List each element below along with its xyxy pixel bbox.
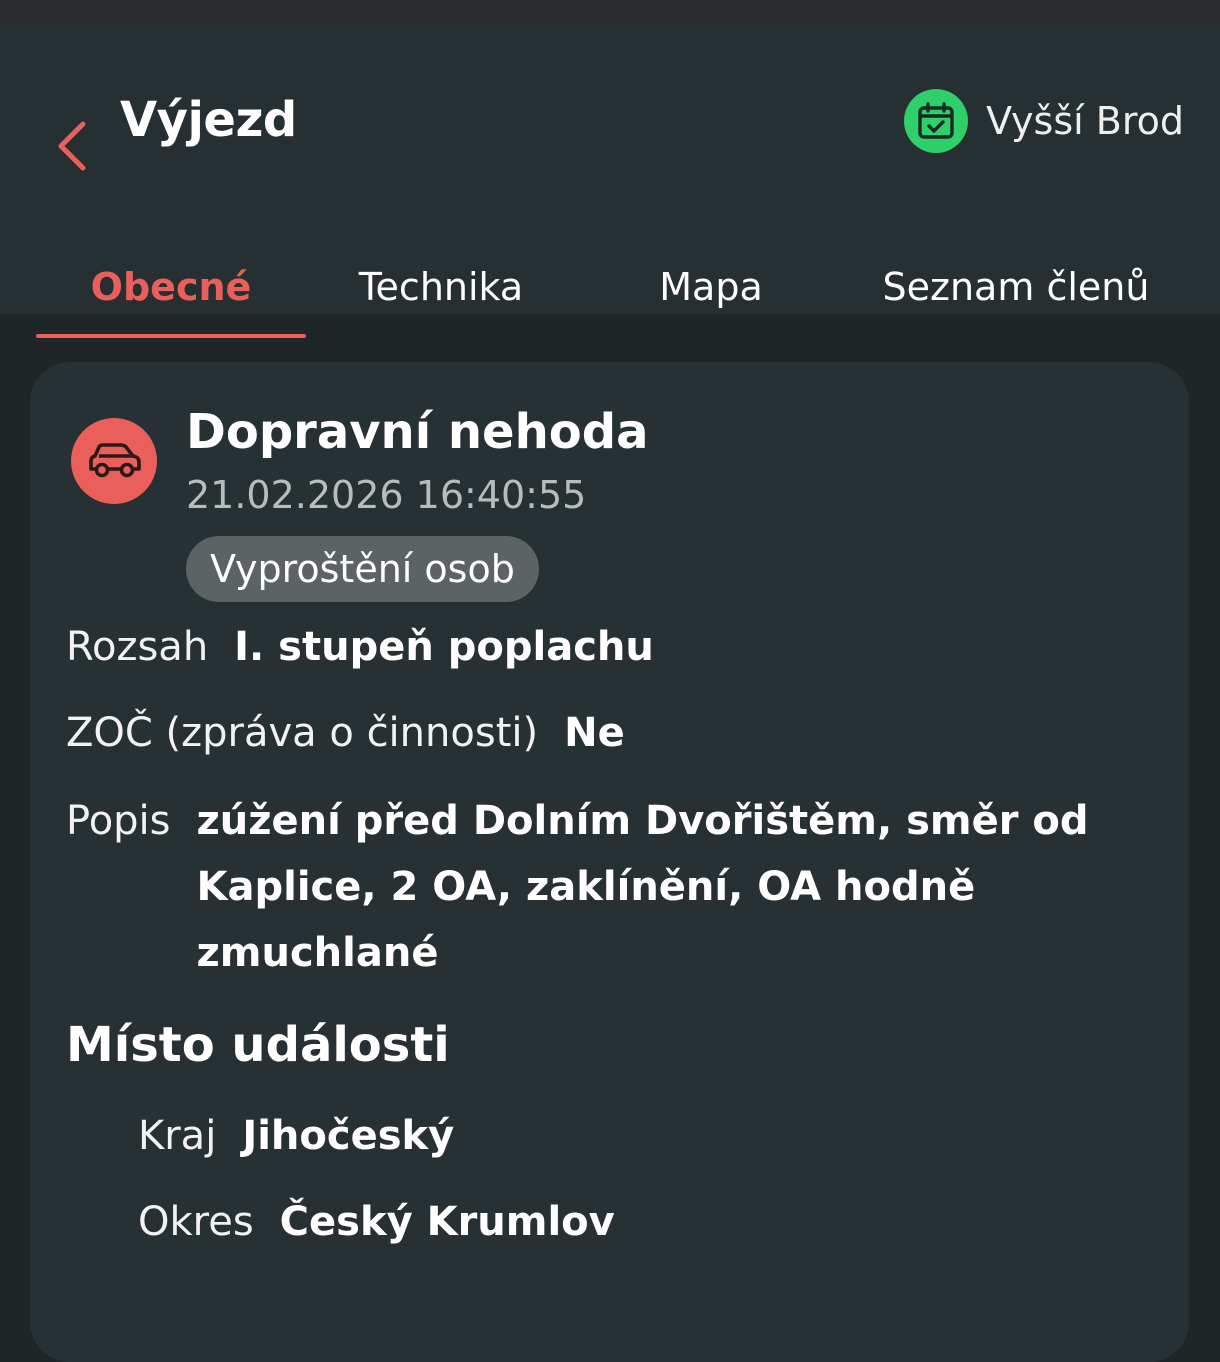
- tab-label: Obecné: [90, 265, 252, 309]
- rozsah-row: Rozsah I. stupeň poplachu: [66, 614, 654, 680]
- kraj-row: Kraj Jihočeský: [138, 1103, 454, 1169]
- calendar-check-icon: [918, 102, 954, 139]
- station-name: Vyšší Brod: [986, 99, 1184, 143]
- okres-value: Český Krumlov: [279, 1199, 615, 1245]
- incident-card: Dopravní nehoda 21.02.2026 16:40:55 Vypr…: [30, 362, 1189, 1362]
- zoc-row: ZOČ (zpráva o činnosti) Ne: [66, 700, 625, 766]
- okres-row: Okres Český Krumlov: [138, 1189, 615, 1255]
- back-button[interactable]: [44, 96, 100, 196]
- station-selector[interactable]: Vyšší Brod: [904, 88, 1184, 154]
- popis-label: Popis: [66, 798, 171, 844]
- app-header: Výjezd Vyšší Brod Obecné Technika Mapa S…: [0, 24, 1220, 338]
- kraj-value: Jihočeský: [242, 1113, 455, 1159]
- zoc-value: Ne: [564, 710, 625, 756]
- car-icon: [89, 443, 141, 478]
- incident-type-badge: [71, 418, 157, 504]
- popis-row: Popis zúžení před Dolním Dvořištěm, směr…: [66, 788, 1156, 986]
- tab-mapa[interactable]: Mapa: [576, 236, 846, 338]
- tab-bar: Obecné Technika Mapa Seznam členů: [36, 236, 1186, 338]
- incident-title: Dopravní nehoda: [186, 404, 649, 460]
- okres-label: Okres: [138, 1199, 254, 1245]
- status-strip: [0, 0, 1220, 24]
- chevron-left-icon: [58, 121, 86, 171]
- kraj-label: Kraj: [138, 1113, 217, 1159]
- tab-label: Technika: [358, 265, 524, 309]
- incident-subtype-chip: Vyproštění osob: [186, 536, 539, 602]
- tab-obecne[interactable]: Obecné: [36, 236, 306, 338]
- tab-technika[interactable]: Technika: [306, 236, 576, 338]
- rozsah-value: I. stupeň poplachu: [234, 624, 654, 670]
- tab-label: Mapa: [659, 265, 763, 309]
- rozsah-label: Rozsah: [66, 624, 209, 670]
- page-title: Výjezd: [120, 92, 297, 148]
- station-badge: [904, 89, 969, 153]
- zoc-label: ZOČ (zpráva o činnosti): [66, 710, 539, 756]
- popis-value: zúžení před Dolním Dvořištěm, směr od Ka…: [196, 798, 1089, 976]
- tab-label: Seznam členů: [882, 265, 1150, 309]
- location-section-title: Místo události: [66, 1017, 450, 1073]
- active-tab-indicator: [36, 334, 306, 338]
- tab-seznam-clenu[interactable]: Seznam členů: [846, 236, 1186, 338]
- incident-datetime: 21.02.2026 16:40:55: [186, 473, 587, 517]
